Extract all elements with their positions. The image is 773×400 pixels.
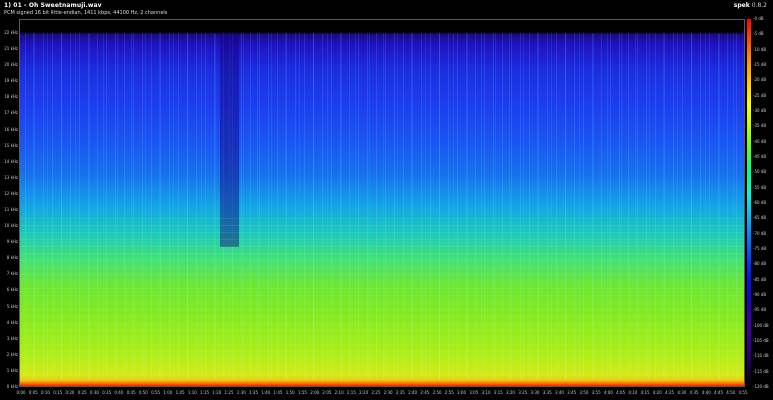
freq-tick-label: 18 kHz (4, 94, 18, 100)
db-tick-label: -85 dB (753, 276, 767, 282)
freq-tick-label: 3 kHz (6, 335, 18, 341)
spectrogram-dark-region (219, 33, 239, 247)
time-tick-label: 4:55 (738, 390, 748, 395)
db-tick-label: -55 dB (753, 184, 767, 190)
db-tick-label: -5 dB (753, 31, 764, 37)
freq-tick-label: 6 kHz (6, 287, 18, 293)
freq-tick-label: 1 kHz (6, 367, 18, 373)
db-tick-label: -15 dB (753, 62, 767, 67)
db-tick-label: -110 dB (753, 353, 769, 359)
freq-tick-label: 0 kHz (6, 384, 18, 389)
db-tick-label: -10 dB (753, 46, 767, 52)
db-tick-label: -65 dB (753, 215, 767, 221)
freq-tick-label: 2 kHz (6, 351, 18, 357)
freq-tick-label: 7 kHz (6, 271, 18, 277)
db-tick-label: -45 dB (753, 154, 767, 159)
app-version: 0.8.2 (751, 2, 767, 9)
freq-tick-label: 14 kHz (4, 158, 18, 164)
db-tick-label: -75 dB (753, 246, 767, 251)
freq-tick-label: 12 kHz (4, 190, 18, 196)
db-tick-label: -20 dB (753, 77, 767, 83)
db-colorbar (747, 19, 751, 387)
db-tick-label: -50 dB (753, 169, 767, 175)
db-tick-label: -80 dB (753, 261, 767, 267)
freq-tick-label: 16 kHz (4, 126, 18, 132)
app-label: spek 0.8.2 (734, 2, 767, 9)
db-tick-label: -95 dB (753, 307, 767, 313)
freq-tick-label: 19 kHz (4, 78, 18, 84)
db-tick-label: -35 dB (753, 123, 767, 129)
freq-tick-label: 5 kHz (6, 303, 18, 309)
spectrogram-bass-band (20, 380, 744, 386)
db-tick-label: -120 dB (753, 384, 769, 389)
audio-format-info: PCM signed 16 bit little-endian, 1411 kb… (4, 10, 168, 16)
db-tick-label: -60 dB (753, 200, 767, 205)
freq-tick-label: 17 kHz (4, 110, 18, 116)
db-tick-label: -30 dB (753, 108, 767, 113)
freq-tick-label: 20 kHz (4, 62, 18, 68)
spectrogram-harmonics (20, 217, 744, 386)
db-tick-label: -40 dB (753, 138, 767, 144)
freq-tick-label: 10 kHz (4, 223, 18, 229)
freq-tick-label: 8 kHz (6, 255, 18, 261)
db-tick-label: -70 dB (753, 230, 767, 236)
db-tick-label: -25 dB (753, 92, 767, 98)
freq-tick-label: 9 kHz (6, 239, 18, 245)
db-tick-label: -115 dB (753, 368, 769, 374)
freq-tick-label: 4 kHz (6, 319, 18, 325)
db-tick-label: -0 dB (753, 16, 764, 21)
freq-tick-label: 21 kHz (4, 46, 18, 52)
freq-tick-label: 11 kHz (4, 207, 18, 212)
app-name: spek (733, 2, 750, 9)
db-tick-label: -90 dB (753, 292, 767, 297)
file-title: 1) 01 - Oh Sweetnamuji.wav (4, 2, 102, 9)
db-tick-label: -100 dB (753, 322, 769, 328)
freq-tick-label: 15 kHz (4, 142, 18, 148)
freq-tick-label: 22 kHz (4, 30, 18, 35)
db-tick-label: -105 dB (753, 338, 769, 343)
freq-tick-label: 13 kHz (4, 174, 18, 180)
spectrogram-plot (19, 19, 745, 387)
